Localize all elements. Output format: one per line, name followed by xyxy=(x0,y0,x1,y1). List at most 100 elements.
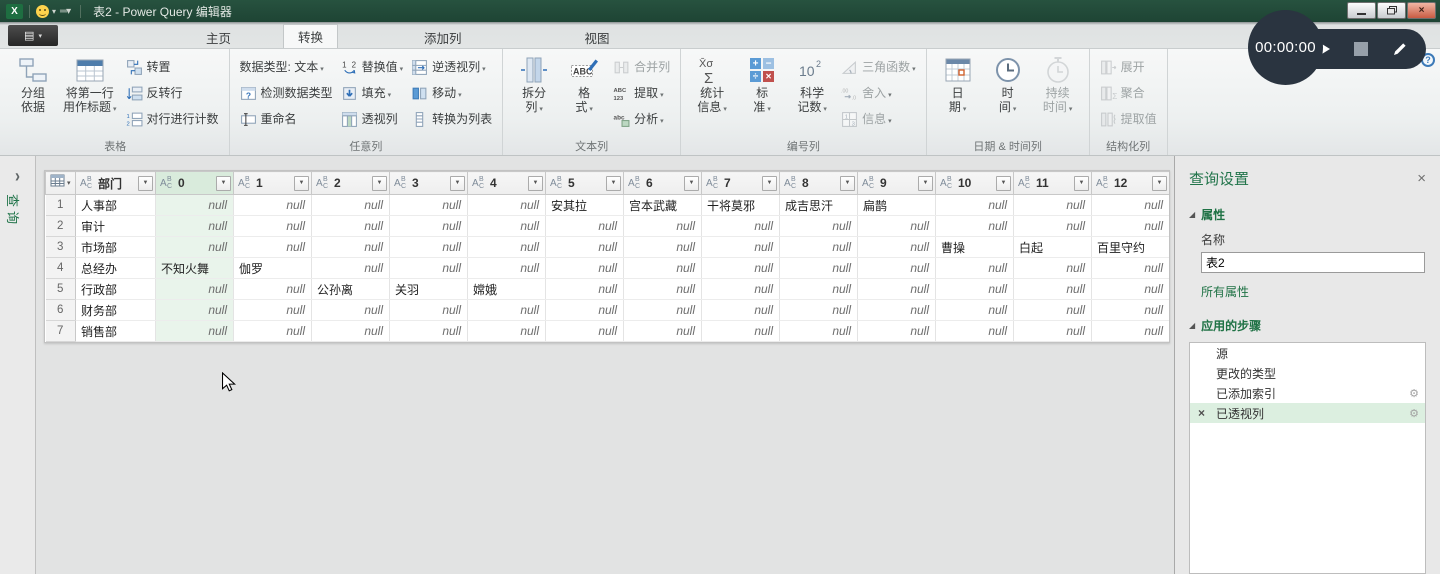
table-cell[interactable]: null xyxy=(311,194,390,216)
replace-values-button[interactable]: 1 2 替换值 ▾ xyxy=(337,54,408,80)
query-name-input[interactable] xyxy=(1201,252,1425,273)
table-cell[interactable]: null xyxy=(155,320,234,342)
table-cell[interactable]: null xyxy=(389,194,468,216)
table-cell[interactable]: 百里守约 xyxy=(1091,236,1169,258)
column-header-3[interactable]: A B C 3 ▼ xyxy=(389,171,468,195)
table-cell[interactable]: null xyxy=(545,278,624,300)
tab-添加列[interactable]: 添加列 xyxy=(410,26,476,48)
table-cell[interactable]: null xyxy=(857,299,936,321)
table-cell[interactable]: null xyxy=(935,320,1014,342)
delete-step-icon[interactable]: × xyxy=(1198,406,1205,420)
reverse-rows-button[interactable]: 反转行 xyxy=(122,80,223,106)
table-cell[interactable]: null xyxy=(311,215,390,237)
table-cell[interactable]: null xyxy=(935,257,1014,279)
table-cell[interactable]: 不知火舞 xyxy=(155,257,234,279)
table-cell[interactable]: null xyxy=(233,236,312,258)
table-cell[interactable]: null xyxy=(857,320,936,342)
table-cell[interactable]: 扁鹊 xyxy=(857,194,936,216)
tab-视图[interactable]: 视图 xyxy=(571,26,624,48)
table-cell[interactable]: null xyxy=(1091,194,1169,216)
pencil-icon[interactable] xyxy=(1392,41,1408,57)
scientific-notation-button[interactable]: 10 2 科学 记数 ▾ xyxy=(787,51,837,115)
table-cell[interactable]: null xyxy=(779,299,858,321)
applied-step-源[interactable]: 源 xyxy=(1190,343,1425,363)
table-cell[interactable]: null xyxy=(935,194,1014,216)
table-cell[interactable]: null xyxy=(857,278,936,300)
table-cell[interactable]: null xyxy=(311,320,390,342)
column-header-8[interactable]: A B C 8 ▼ xyxy=(779,171,858,195)
table-cell[interactable]: null xyxy=(311,299,390,321)
table-cell[interactable]: null xyxy=(1013,215,1092,237)
table-cell[interactable]: null xyxy=(623,215,702,237)
table-cell[interactable]: null xyxy=(935,215,1014,237)
table-cell[interactable]: null xyxy=(1013,194,1092,216)
row-number[interactable]: 1 xyxy=(45,194,76,216)
row-number[interactable]: 2 xyxy=(45,215,76,237)
fill-button[interactable]: 填充 ▾ xyxy=(337,80,408,106)
table-cell[interactable]: null xyxy=(1091,215,1169,237)
row-number[interactable]: 7 xyxy=(45,320,76,342)
table-cell[interactable]: 人事部 xyxy=(75,194,156,216)
column-header-6[interactable]: A B C 6 ▼ xyxy=(623,171,702,195)
rename-button[interactable]: 重命名 xyxy=(236,106,337,132)
table-cell[interactable]: null xyxy=(701,257,780,279)
filter-dropdown-button[interactable]: ▼ xyxy=(840,175,855,191)
table-cell[interactable]: null xyxy=(1013,278,1092,300)
table-cell[interactable]: null xyxy=(545,215,624,237)
table-cell[interactable]: 宫本武藏 xyxy=(623,194,702,216)
column-header-0[interactable]: A B C 0 ▼ xyxy=(155,171,234,195)
format-button[interactable]: ABC 格 式 ▾ xyxy=(559,51,609,115)
table-cell[interactable]: 干将莫邪 xyxy=(701,194,780,216)
table-cell[interactable]: null xyxy=(623,299,702,321)
row-number[interactable]: 4 xyxy=(45,257,76,279)
table-cell[interactable]: null xyxy=(623,320,702,342)
table-cell[interactable]: null xyxy=(779,215,858,237)
table-cell[interactable]: null xyxy=(779,278,858,300)
table-cell[interactable]: null xyxy=(1091,257,1169,279)
step-settings-gear-icon[interactable]: ⚙ xyxy=(1409,407,1419,420)
filter-dropdown-button[interactable]: ▼ xyxy=(1152,175,1167,191)
collapse-triangle-icon[interactable]: ◢ xyxy=(1189,210,1195,219)
standard-button[interactable]: + − ÷ × 标 准 ▾ xyxy=(737,51,787,115)
filter-dropdown-button[interactable]: ▼ xyxy=(216,175,231,191)
table-cell[interactable]: null xyxy=(233,278,312,300)
filter-dropdown-button[interactable]: ▼ xyxy=(996,175,1011,191)
table-cell[interactable]: null xyxy=(701,299,780,321)
tab-转换[interactable]: 转换 xyxy=(283,24,339,48)
table-cell[interactable]: null xyxy=(1091,278,1169,300)
column-header-2[interactable]: A B C 2 ▼ xyxy=(311,171,390,195)
table-cell[interactable]: null xyxy=(779,320,858,342)
table-cell[interactable]: null xyxy=(701,278,780,300)
table-cell[interactable]: null xyxy=(233,194,312,216)
smiley-feedback-icon[interactable] xyxy=(36,4,49,18)
filter-dropdown-button[interactable]: ▼ xyxy=(528,175,543,191)
move-button[interactable]: 移动 ▾ xyxy=(407,80,496,106)
table-cell[interactable]: null xyxy=(545,320,624,342)
filter-dropdown-button[interactable]: ▼ xyxy=(138,175,153,191)
table-cell[interactable]: null xyxy=(233,320,312,342)
table-cell[interactable]: null xyxy=(779,257,858,279)
count-rows-button[interactable]: 1 2 对行进行计数 xyxy=(122,106,223,132)
column-header-1[interactable]: A B C 1 ▼ xyxy=(233,171,312,195)
table-cell[interactable]: null xyxy=(1091,299,1169,321)
all-properties-link[interactable]: 所有属性 xyxy=(1201,283,1426,300)
table-cell[interactable]: null xyxy=(311,236,390,258)
tab-主页[interactable]: 主页 xyxy=(192,26,245,48)
use-first-row-as-headers-button[interactable]: 将第一行 用作标题 ▾ xyxy=(58,51,122,115)
table-cell[interactable]: null xyxy=(857,236,936,258)
table-cell[interactable]: null xyxy=(155,194,234,216)
table-cell[interactable]: 市场部 xyxy=(75,236,156,258)
table-cell[interactable]: null xyxy=(389,236,468,258)
table-cell[interactable]: 曹操 xyxy=(935,236,1014,258)
table-cell[interactable]: 公孙离 xyxy=(311,278,390,300)
step-settings-gear-icon[interactable]: ⚙ xyxy=(1409,387,1419,400)
table-cell[interactable]: null xyxy=(1091,320,1169,342)
table-cell[interactable]: null xyxy=(1013,299,1092,321)
table-cell[interactable]: 安其拉 xyxy=(545,194,624,216)
column-header-11[interactable]: A B C 11 ▼ xyxy=(1013,171,1092,195)
table-cell[interactable]: 伽罗 xyxy=(233,257,312,279)
table-cell[interactable]: 审计 xyxy=(75,215,156,237)
panel-close-icon[interactable]: × xyxy=(1417,171,1426,186)
unpivot-columns-button[interactable]: 逆透视列 ▾ xyxy=(407,54,496,80)
table-cell[interactable]: null xyxy=(701,320,780,342)
